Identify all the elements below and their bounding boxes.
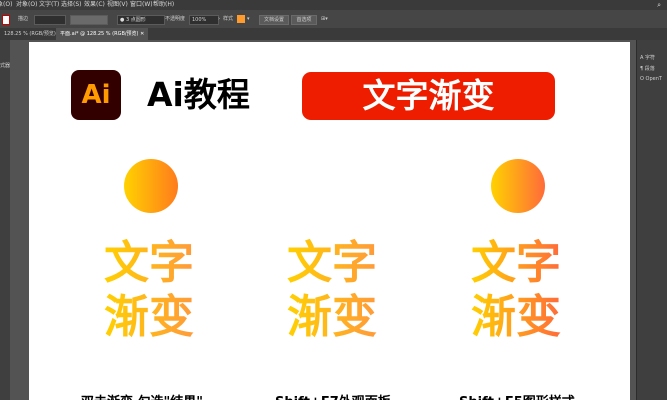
style-swatch[interactable] — [237, 15, 245, 23]
menu-window[interactable]: 窗口(W) — [130, 0, 153, 10]
character-panel-button[interactable]: A 字符 — [640, 54, 655, 61]
example-column-1: 文字 渐变 双击渐变 勾选"结果" — [81, 42, 217, 400]
opentype-icon: O — [640, 76, 644, 82]
chevron-right-icon[interactable]: › — [218, 15, 220, 23]
paragraph-icon: ¶ — [640, 66, 644, 72]
gradient-text-line2: 渐变 — [287, 290, 378, 343]
fill-swatch[interactable] — [2, 15, 10, 25]
brush-dot-icon: ● — [120, 17, 125, 23]
style-label: 样式 — [223, 16, 234, 22]
variable-width-field[interactable] — [70, 15, 108, 25]
example-column-2: 文字 渐变 Shift+F7外观面板 — [275, 42, 400, 400]
caption: 双击渐变 勾选"结果" — [81, 391, 203, 400]
gradient-text-line2: 渐变 — [471, 290, 562, 343]
menu-bar: 象(O) 对象(O) 文字(T) 选择(S) 效果(C) 视图(V) 窗口(W)… — [0, 0, 667, 10]
chevron-down-icon[interactable]: ▾ — [247, 15, 250, 23]
stroke-weight-field[interactable] — [34, 15, 66, 25]
gradient-circle — [124, 159, 178, 213]
paragraph-panel-button[interactable]: ¶ 段落 — [640, 65, 655, 72]
menu-type[interactable]: 文字(T) — [39, 0, 59, 10]
tab-document-2[interactable]: 平面.ai* @ 128.25 % (RGB/预览) ✕ — [56, 28, 149, 40]
caption: Shift+F7外观面板 — [275, 391, 391, 400]
left-panel: 式器 — [0, 40, 10, 400]
brush-label: 3 点圆形 — [125, 17, 146, 23]
stroke-label: 描边 — [18, 16, 29, 22]
caption: Shift+F5图形样式 — [459, 391, 575, 400]
search-icon[interactable]: ⌕ — [657, 0, 661, 10]
preferences-button[interactable]: 首选项 — [291, 15, 317, 25]
left-panel-label: 式器 — [0, 63, 11, 69]
gradient-circle — [491, 159, 545, 213]
opacity-field[interactable]: 100% — [189, 15, 219, 25]
menu-object-partial[interactable]: 象(O) — [0, 0, 12, 10]
menu-view[interactable]: 视图(V) — [107, 0, 128, 10]
control-bar: 描边 ● 3 点圆形 不透明度 100% › 样式 ▾ 文档设置 首选项 ⊞▾ — [0, 10, 667, 28]
character-icon: A — [640, 55, 644, 61]
menu-object[interactable]: 对象(O) — [16, 0, 37, 10]
gradient-text-line1: 文字 — [471, 236, 562, 289]
brush-definition-dropdown[interactable]: ● 3 点圆形 — [117, 15, 165, 25]
opacity-label: 不透明度 — [165, 16, 186, 22]
menu-select[interactable]: 选择(S) — [61, 0, 82, 10]
gradient-text-line1: 文字 — [104, 236, 195, 289]
gradient-text-line2: 渐变 — [104, 290, 195, 343]
artboard[interactable]: Ai Ai教程 文字渐变 文字 渐变 双击渐变 勾选"结果" 文字 渐变 Shi… — [29, 42, 630, 400]
arrange-icon[interactable]: ⊞▾ — [321, 15, 328, 23]
document-setup-button[interactable]: 文档设置 — [259, 15, 289, 25]
example-column-3: 文字 渐变 Shift+F5图形样式 — [459, 42, 584, 400]
document-tabs: 128.25 % (RGB/预览) ✕ 平面.ai* @ 128.25 % (R… — [0, 28, 667, 40]
menu-help[interactable]: 帮助(H) — [153, 0, 174, 10]
right-panel-dock: A 字符 ¶ 段落 O OpenT — [636, 40, 667, 400]
gradient-text-line1: 文字 — [287, 236, 378, 289]
menu-effect[interactable]: 效果(C) — [84, 0, 105, 10]
opentype-panel-button[interactable]: O OpenT — [640, 76, 662, 82]
